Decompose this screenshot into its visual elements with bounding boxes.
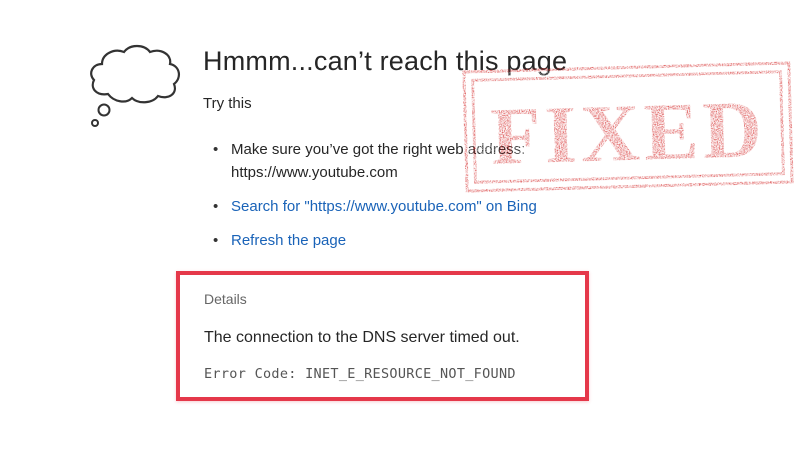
thought-cloud-icon — [86, 38, 186, 130]
suggestion-url: https://www.youtube.com — [231, 164, 398, 181]
error-code: Error Code: INET_E_RESOURCE_NOT_FOUND — [204, 366, 516, 382]
details-panel: Details The connection to the DNS server… — [176, 271, 589, 401]
stamp-text: FIXED — [489, 83, 767, 182]
suggestion-search-bing: Search for "https://www.youtube.com" on … — [213, 195, 573, 218]
page-subtitle: Try this — [203, 95, 252, 112]
search-bing-link[interactable]: Search for "https://www.youtube.com" on … — [231, 198, 537, 215]
details-toggle[interactable]: Details — [204, 291, 247, 307]
refresh-page-link[interactable]: Refresh the page — [231, 232, 346, 249]
suggestion-refresh: Refresh the page — [213, 229, 573, 252]
error-message: The connection to the DNS server timed o… — [204, 329, 520, 346]
fixed-stamp: FIXED — [458, 57, 797, 196]
